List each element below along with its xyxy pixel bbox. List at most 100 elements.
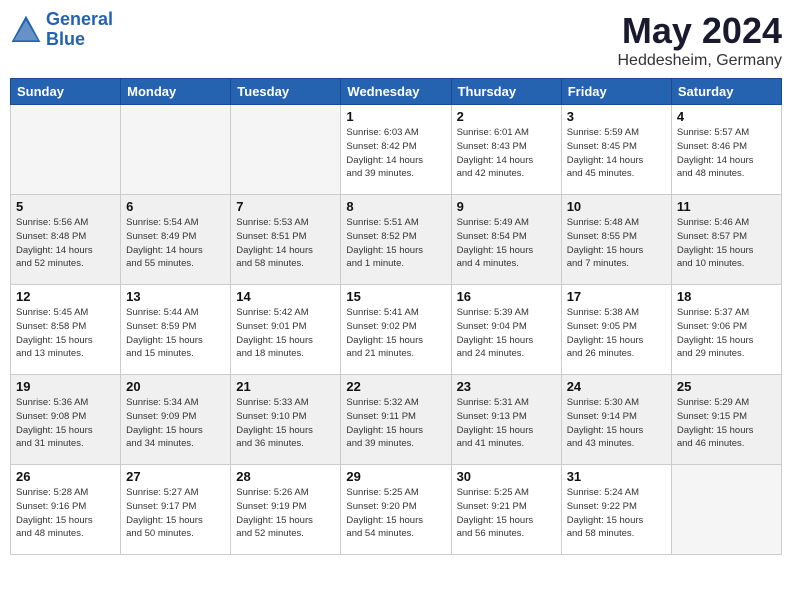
- page-header: General Blue May 2024 Heddesheim, German…: [10, 10, 782, 70]
- calendar-cell: 23 Sunrise: 5:31 AM Sunset: 9:13 PM Dayli…: [451, 375, 561, 465]
- cell-info: Sunrise: 5:59 AM Sunset: 8:45 PM Dayligh…: [567, 126, 666, 181]
- col-header-saturday: Saturday: [671, 79, 781, 105]
- calendar-cell: 29Sunrise: 5:25 AM Sunset: 9:20 PM Dayli…: [341, 465, 451, 555]
- calendar-cell: 4Sunrise: 5:57 AM Sunset: 8:46 PM Daylig…: [671, 105, 781, 195]
- day-number: 8: [346, 199, 445, 214]
- calendar-cell: 8 Sunrise: 5:51 AM Sunset: 8:52 PM Daylig…: [341, 195, 451, 285]
- col-header-tuesday: Tuesday: [231, 79, 341, 105]
- day-number: 5: [16, 199, 115, 214]
- calendar-cell: 9 Sunrise: 5:49 AM Sunset: 8:54 PM Daylig…: [451, 195, 561, 285]
- calendar-cell: 16 Sunrise: 5:39 AM Sunset: 9:04 PM Dayli…: [451, 285, 561, 375]
- cell-info: Sunrise: 5:32 AM Sunset: 9:11 PM Dayligh…: [346, 396, 445, 451]
- calendar-cell: 14Sunrise: 5:42 AM Sunset: 9:01 PM Dayli…: [231, 285, 341, 375]
- calendar-week-row: 26Sunrise: 5:28 AM Sunset: 9:16 PM Dayli…: [11, 465, 782, 555]
- cell-info: Sunrise: 5:49 AM Sunset: 8:54 PM Dayligh…: [457, 216, 556, 271]
- cell-info: Sunrise: 5:45 AM Sunset: 8:58 PM Dayligh…: [16, 306, 115, 361]
- calendar-week-row: 1 Sunrise: 6:03 AM Sunset: 8:42 PM Daylig…: [11, 105, 782, 195]
- calendar-cell: 18 Sunrise: 5:37 AM Sunset: 9:06 PM Dayli…: [671, 285, 781, 375]
- logo-text: General Blue: [46, 10, 113, 50]
- calendar-cell: 10Sunrise: 5:48 AM Sunset: 8:55 PM Dayli…: [561, 195, 671, 285]
- logo-icon: [10, 14, 42, 46]
- cell-info: Sunrise: 5:41 AM Sunset: 9:02 PM Dayligh…: [346, 306, 445, 361]
- day-number: 19: [16, 379, 115, 394]
- cell-info: Sunrise: 5:39 AM Sunset: 9:04 PM Dayligh…: [457, 306, 556, 361]
- calendar-cell: 11 Sunrise: 5:46 AM Sunset: 8:57 PM Dayli…: [671, 195, 781, 285]
- logo: General Blue: [10, 10, 113, 50]
- calendar-cell: 12 Sunrise: 5:45 AM Sunset: 8:58 PM Dayli…: [11, 285, 121, 375]
- day-number: 6: [126, 199, 225, 214]
- day-number: 26: [16, 469, 115, 484]
- day-number: 11: [677, 199, 776, 214]
- calendar-cell: 15 Sunrise: 5:41 AM Sunset: 9:02 PM Dayli…: [341, 285, 451, 375]
- cell-info: Sunrise: 5:44 AM Sunset: 8:59 PM Dayligh…: [126, 306, 225, 361]
- col-header-thursday: Thursday: [451, 79, 561, 105]
- day-number: 15: [346, 289, 445, 304]
- cell-info: Sunrise: 5:53 AM Sunset: 8:51 PM Dayligh…: [236, 216, 335, 271]
- calendar-cell: 3 Sunrise: 5:59 AM Sunset: 8:45 PM Daylig…: [561, 105, 671, 195]
- cell-info: Sunrise: 5:24 AM Sunset: 9:22 PM Dayligh…: [567, 486, 666, 541]
- day-number: 3: [567, 109, 666, 124]
- day-number: 16: [457, 289, 556, 304]
- cell-info: Sunrise: 5:30 AM Sunset: 9:14 PM Dayligh…: [567, 396, 666, 451]
- month-title: May 2024: [617, 10, 782, 52]
- calendar-cell: 1 Sunrise: 6:03 AM Sunset: 8:42 PM Daylig…: [341, 105, 451, 195]
- day-number: 10: [567, 199, 666, 214]
- calendar-cell: 7 Sunrise: 5:53 AM Sunset: 8:51 PM Daylig…: [231, 195, 341, 285]
- cell-info: Sunrise: 5:27 AM Sunset: 9:17 PM Dayligh…: [126, 486, 225, 541]
- day-number: 4: [677, 109, 776, 124]
- day-number: 30: [457, 469, 556, 484]
- day-number: 18: [677, 289, 776, 304]
- cell-info: Sunrise: 5:26 AM Sunset: 9:19 PM Dayligh…: [236, 486, 335, 541]
- cell-info: Sunrise: 5:56 AM Sunset: 8:48 PM Dayligh…: [16, 216, 115, 271]
- day-number: 12: [16, 289, 115, 304]
- cell-info: Sunrise: 5:51 AM Sunset: 8:52 PM Dayligh…: [346, 216, 445, 271]
- calendar-cell: 17 Sunrise: 5:38 AM Sunset: 9:05 PM Dayli…: [561, 285, 671, 375]
- calendar-cell: 20Sunrise: 5:34 AM Sunset: 9:09 PM Dayli…: [121, 375, 231, 465]
- calendar-cell: 5 Sunrise: 5:56 AM Sunset: 8:48 PM Daylig…: [11, 195, 121, 285]
- calendar-cell: [231, 105, 341, 195]
- calendar-header-row: SundayMondayTuesdayWednesdayThursdayFrid…: [11, 79, 782, 105]
- calendar-cell: 2Sunrise: 6:01 AM Sunset: 8:43 PM Daylig…: [451, 105, 561, 195]
- cell-info: Sunrise: 6:01 AM Sunset: 8:43 PM Dayligh…: [457, 126, 556, 181]
- calendar: SundayMondayTuesdayWednesdayThursdayFrid…: [10, 78, 782, 555]
- col-header-monday: Monday: [121, 79, 231, 105]
- day-number: 17: [567, 289, 666, 304]
- day-number: 23: [457, 379, 556, 394]
- calendar-cell: 21 Sunrise: 5:33 AM Sunset: 9:10 PM Dayli…: [231, 375, 341, 465]
- calendar-cell: 27 Sunrise: 5:27 AM Sunset: 9:17 PM Dayli…: [121, 465, 231, 555]
- calendar-cell: 31 Sunrise: 5:24 AM Sunset: 9:22 PM Dayli…: [561, 465, 671, 555]
- calendar-week-row: 19 Sunrise: 5:36 AM Sunset: 9:08 PM Dayli…: [11, 375, 782, 465]
- day-number: 25: [677, 379, 776, 394]
- calendar-cell: [11, 105, 121, 195]
- day-number: 20: [126, 379, 225, 394]
- calendar-cell: [671, 465, 781, 555]
- cell-info: Sunrise: 5:33 AM Sunset: 9:10 PM Dayligh…: [236, 396, 335, 451]
- day-number: 28: [236, 469, 335, 484]
- calendar-cell: 28 Sunrise: 5:26 AM Sunset: 9:19 PM Dayli…: [231, 465, 341, 555]
- cell-info: Sunrise: 5:38 AM Sunset: 9:05 PM Dayligh…: [567, 306, 666, 361]
- day-number: 31: [567, 469, 666, 484]
- calendar-cell: 19 Sunrise: 5:36 AM Sunset: 9:08 PM Dayli…: [11, 375, 121, 465]
- cell-info: Sunrise: 6:03 AM Sunset: 8:42 PM Dayligh…: [346, 126, 445, 181]
- cell-info: Sunrise: 5:46 AM Sunset: 8:57 PM Dayligh…: [677, 216, 776, 271]
- day-number: 1: [346, 109, 445, 124]
- calendar-cell: [121, 105, 231, 195]
- cell-info: Sunrise: 5:37 AM Sunset: 9:06 PM Dayligh…: [677, 306, 776, 361]
- cell-info: Sunrise: 5:36 AM Sunset: 9:08 PM Dayligh…: [16, 396, 115, 451]
- cell-info: Sunrise: 5:25 AM Sunset: 9:21 PM Dayligh…: [457, 486, 556, 541]
- location: Heddesheim, Germany: [617, 52, 782, 70]
- calendar-cell: 6Sunrise: 5:54 AM Sunset: 8:49 PM Daylig…: [121, 195, 231, 285]
- col-header-wednesday: Wednesday: [341, 79, 451, 105]
- day-number: 27: [126, 469, 225, 484]
- calendar-week-row: 12 Sunrise: 5:45 AM Sunset: 8:58 PM Dayli…: [11, 285, 782, 375]
- calendar-cell: 24Sunrise: 5:30 AM Sunset: 9:14 PM Dayli…: [561, 375, 671, 465]
- cell-info: Sunrise: 5:31 AM Sunset: 9:13 PM Dayligh…: [457, 396, 556, 451]
- calendar-cell: 26Sunrise: 5:28 AM Sunset: 9:16 PM Dayli…: [11, 465, 121, 555]
- day-number: 7: [236, 199, 335, 214]
- day-number: 9: [457, 199, 556, 214]
- cell-info: Sunrise: 5:29 AM Sunset: 9:15 PM Dayligh…: [677, 396, 776, 451]
- calendar-cell: 25 Sunrise: 5:29 AM Sunset: 9:15 PM Dayli…: [671, 375, 781, 465]
- day-number: 14: [236, 289, 335, 304]
- day-number: 21: [236, 379, 335, 394]
- col-header-sunday: Sunday: [11, 79, 121, 105]
